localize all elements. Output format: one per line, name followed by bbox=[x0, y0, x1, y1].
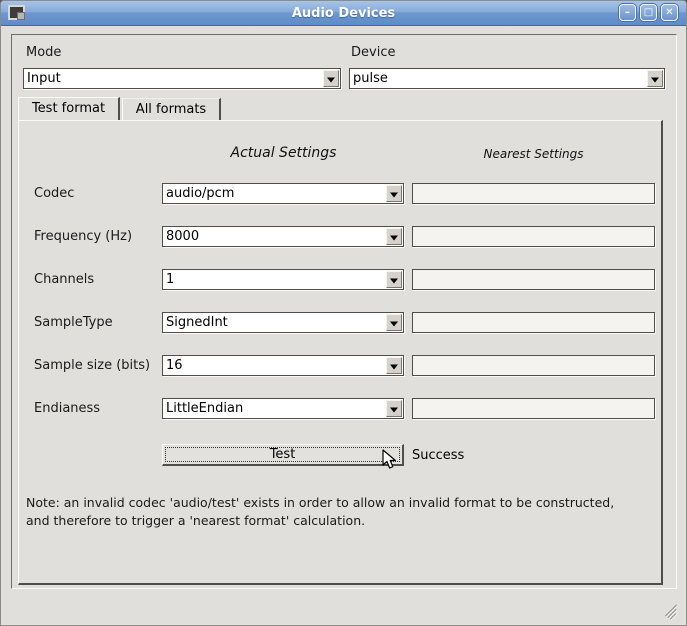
chevron-down-icon[interactable] bbox=[647, 70, 663, 87]
endianess-label: Endianess bbox=[34, 401, 100, 416]
test-button-label: Test bbox=[270, 447, 296, 462]
samplesize-nearest-field bbox=[412, 355, 655, 376]
nearest-settings-header: Nearest Settings bbox=[412, 147, 655, 161]
samplesize-combobox[interactable]: 16 bbox=[162, 355, 404, 376]
endianess-nearest-field bbox=[412, 398, 655, 419]
titlebar[interactable]: Audio Devices – □ ✕ bbox=[1, 1, 686, 26]
device-combobox[interactable]: pulse bbox=[349, 68, 665, 89]
codec-value: audio/pcm bbox=[163, 186, 386, 201]
device-label: Device bbox=[351, 45, 395, 60]
sampletype-combobox[interactable]: SignedInt bbox=[162, 312, 404, 333]
chevron-down-icon[interactable] bbox=[386, 357, 402, 374]
note-line-1: Note: an invalid codec 'audio/test' exis… bbox=[26, 494, 614, 512]
frequency-nearest-field bbox=[412, 226, 655, 247]
endianess-value: LittleEndian bbox=[163, 401, 386, 416]
channels-label: Channels bbox=[34, 272, 94, 287]
note-line-2: and therefore to trigger a 'nearest form… bbox=[26, 512, 614, 530]
endianess-combobox[interactable]: LittleEndian bbox=[162, 398, 404, 419]
audio-devices-window: Audio Devices – □ ✕ Mode Input Device pu… bbox=[0, 0, 687, 626]
note-text: Note: an invalid codec 'audio/test' exis… bbox=[26, 494, 614, 530]
samplesize-value: 16 bbox=[163, 358, 386, 373]
chevron-down-icon[interactable] bbox=[386, 185, 402, 202]
status-text: Success bbox=[412, 448, 464, 463]
app-window-icon[interactable] bbox=[8, 5, 25, 20]
codec-combobox[interactable]: audio/pcm bbox=[162, 183, 404, 204]
codec-nearest-field bbox=[412, 183, 655, 204]
codec-label: Codec bbox=[34, 186, 74, 201]
mode-value: Input bbox=[24, 71, 323, 86]
channels-nearest-field bbox=[412, 269, 655, 290]
channels-value: 1 bbox=[163, 272, 386, 287]
sampletype-value: SignedInt bbox=[163, 315, 386, 330]
chevron-down-icon[interactable] bbox=[386, 314, 402, 331]
chevron-down-icon[interactable] bbox=[386, 400, 402, 417]
frequency-value: 8000 bbox=[163, 229, 386, 244]
frequency-label: Frequency (Hz) bbox=[34, 229, 132, 244]
mode-combobox[interactable]: Input bbox=[23, 68, 341, 89]
window-title: Audio Devices bbox=[1, 6, 686, 21]
maximize-button[interactable]: □ bbox=[640, 4, 657, 21]
test-button[interactable]: Test bbox=[162, 444, 404, 466]
tab-all-formats[interactable]: All formats bbox=[122, 98, 221, 120]
device-value: pulse bbox=[350, 71, 647, 86]
chevron-down-icon[interactable] bbox=[323, 70, 339, 87]
samplesize-label: Sample size (bits) bbox=[34, 358, 150, 373]
sampletype-label: SampleType bbox=[34, 315, 113, 330]
close-button[interactable]: ✕ bbox=[661, 4, 678, 21]
test-format-pane: Actual Settings Nearest Settings Codec a… bbox=[18, 120, 663, 585]
chevron-down-icon[interactable] bbox=[386, 271, 402, 288]
channels-combobox[interactable]: 1 bbox=[162, 269, 404, 290]
frequency-combobox[interactable]: 8000 bbox=[162, 226, 404, 247]
minimize-button[interactable]: – bbox=[619, 4, 636, 21]
sampletype-nearest-field bbox=[412, 312, 655, 333]
mode-label: Mode bbox=[26, 45, 61, 60]
chevron-down-icon[interactable] bbox=[386, 228, 402, 245]
tab-test-format[interactable]: Test format bbox=[18, 97, 120, 120]
actual-settings-header: Actual Settings bbox=[162, 145, 405, 161]
resize-grip-icon[interactable] bbox=[664, 604, 680, 620]
